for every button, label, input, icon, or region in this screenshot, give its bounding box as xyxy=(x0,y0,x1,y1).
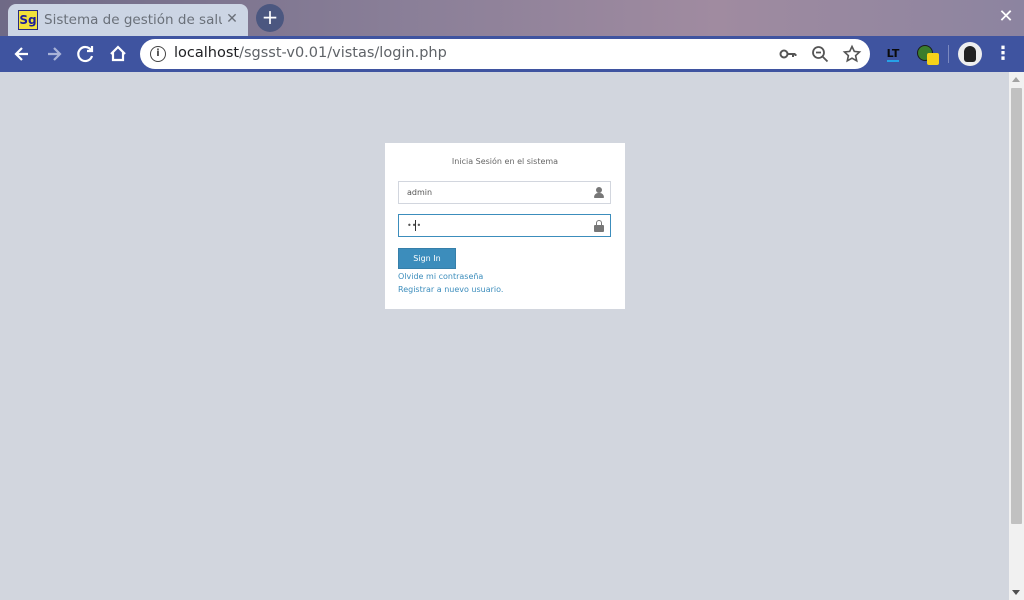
forward-icon[interactable] xyxy=(40,40,68,68)
vertical-scrollbar[interactable] xyxy=(1009,72,1024,600)
languagetool-extension-icon[interactable]: LT xyxy=(882,43,904,65)
back-icon[interactable] xyxy=(8,40,36,68)
scroll-up-arrow-icon[interactable] xyxy=(1012,77,1020,82)
text-caret xyxy=(415,220,416,231)
sign-in-button[interactable]: Sign In xyxy=(398,248,456,269)
reload-icon[interactable] xyxy=(72,40,100,68)
lock-icon xyxy=(594,220,604,232)
globe-extension-icon[interactable] xyxy=(915,43,939,65)
key-icon[interactable] xyxy=(778,44,798,64)
username-field[interactable] xyxy=(398,181,611,204)
tab-close-icon[interactable]: ✕ xyxy=(224,11,240,27)
page-viewport: Inicia Sesión en el sistema Sign In Olvi… xyxy=(0,72,1024,600)
home-icon[interactable] xyxy=(104,40,132,68)
password-field[interactable] xyxy=(398,214,611,237)
languagetool-label: LT xyxy=(886,47,900,62)
browser-toolbar: i localhost/sgsst-v0.01/vistas/login.php… xyxy=(0,36,1024,72)
profile-avatar-icon[interactable] xyxy=(958,42,982,66)
login-box-message: Inicia Sesión en el sistema xyxy=(451,157,559,166)
password-input[interactable] xyxy=(399,215,584,236)
url-path: /sgsst-v0.01/vistas/login.php xyxy=(239,45,447,61)
address-bar[interactable]: i localhost/sgsst-v0.01/vistas/login.php xyxy=(140,39,870,69)
user-icon xyxy=(594,187,604,199)
window-close-icon[interactable]: ✕ xyxy=(998,7,1014,27)
browser-tab[interactable]: Sg Sistema de gestión de salud ✕ xyxy=(8,4,248,36)
new-tab-button[interactable]: + xyxy=(256,4,284,32)
tab-strip: Sg Sistema de gestión de salud ✕ + ✕ xyxy=(0,0,1024,36)
star-icon[interactable] xyxy=(842,44,862,64)
login-box: Inicia Sesión en el sistema Sign In Olvi… xyxy=(385,143,625,309)
register-link[interactable]: Registrar a nuevo usuario. xyxy=(398,285,503,294)
zoom-out-icon[interactable] xyxy=(810,44,830,64)
menu-icon[interactable]: ⋮ xyxy=(994,40,1012,68)
url-host: localhost xyxy=(174,45,240,61)
url-text[interactable]: localhost/sgsst-v0.01/vistas/login.php xyxy=(174,45,447,63)
forgot-password-link[interactable]: Olvide mi contraseña xyxy=(398,272,483,281)
toolbar-divider xyxy=(948,45,949,63)
username-input[interactable] xyxy=(399,182,584,203)
info-icon[interactable]: i xyxy=(150,46,166,62)
tab-title: Sistema de gestión de salud xyxy=(44,12,222,28)
scrollbar-thumb[interactable] xyxy=(1011,88,1022,524)
favicon-icon: Sg xyxy=(18,10,38,30)
scroll-down-arrow-icon[interactable] xyxy=(1012,590,1020,595)
